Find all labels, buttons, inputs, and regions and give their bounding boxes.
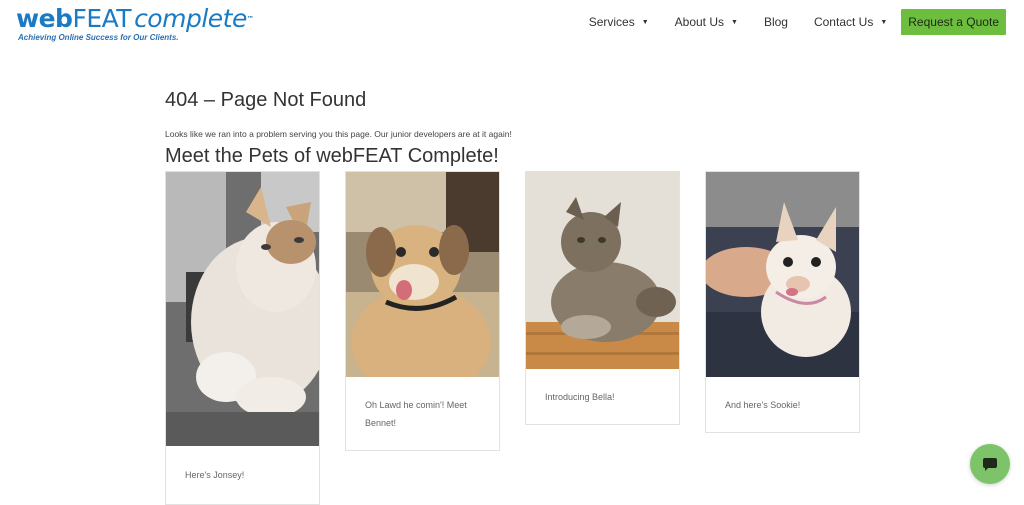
logo-web-text: web — [16, 4, 73, 33]
pet-photo-dog-bennet — [346, 172, 499, 377]
request-quote-button[interactable]: Request a Quote — [901, 9, 1006, 35]
chat-launcher-button[interactable] — [970, 444, 1010, 484]
caret-down-icon: ▼ — [880, 18, 888, 26]
nav-contact-us[interactable]: Contact Us ▼ — [814, 15, 887, 29]
pet-caption: Introducing Bella! — [545, 392, 615, 402]
nav-blog[interactable]: Blog — [764, 15, 788, 29]
nav-about-label: About Us — [674, 15, 724, 29]
pet-caption: Here's Jonsey! — [185, 470, 245, 480]
pet-photo-dog-sookie — [706, 172, 859, 377]
pet-photo-cat-jonsey — [166, 172, 319, 446]
logo-wordmark: webFEAT complete™ — [16, 4, 254, 33]
chat-bubble-icon — [983, 458, 997, 471]
caret-down-icon: ▼ — [641, 18, 649, 26]
caret-down-icon: ▼ — [731, 18, 738, 26]
intro-text: Looks like we ran into a problem serving… — [165, 129, 512, 139]
page-title: 404 – Page Not Found — [165, 89, 367, 111]
pets-section-title: Meet the Pets of webFEAT Complete! — [165, 145, 499, 167]
nav-services[interactable]: Services ▼ — [589, 15, 649, 29]
pet-card[interactable]: Here's Jonsey! — [165, 171, 320, 505]
pet-photo-cat-bella — [526, 172, 679, 369]
main-content: 404 – Page Not Found Looks like we ran i… — [165, 88, 865, 168]
logo-feat-text: FEAT — [72, 4, 132, 33]
logo-complete-text: complete — [134, 4, 247, 33]
nav-contact-label: Contact Us — [813, 15, 874, 29]
pet-caption: And here's Sookie! — [725, 400, 801, 410]
nav-blog-label: Blog — [763, 15, 788, 29]
nav-services-label: Services — [588, 15, 635, 29]
main-nav: Services ▼ About Us ▼ Blog Contact Us ▼ … — [563, 9, 1006, 35]
pet-caption: Oh Lawd he comin'! Meet Bennet! — [365, 400, 467, 428]
pet-card[interactable]: And here's Sookie! — [705, 171, 860, 433]
nav-about-us[interactable]: About Us ▼ — [675, 15, 738, 29]
pet-card[interactable]: Oh Lawd he comin'! Meet Bennet! — [345, 171, 500, 451]
pet-card[interactable]: Introducing Bella! — [525, 171, 680, 425]
logo-tagline: Achieving Online Success for Our Clients… — [18, 33, 179, 42]
logo-trademark: ™ — [246, 15, 254, 23]
site-logo[interactable]: webFEAT complete™ Achieving Online Succes… — [16, 4, 254, 43]
